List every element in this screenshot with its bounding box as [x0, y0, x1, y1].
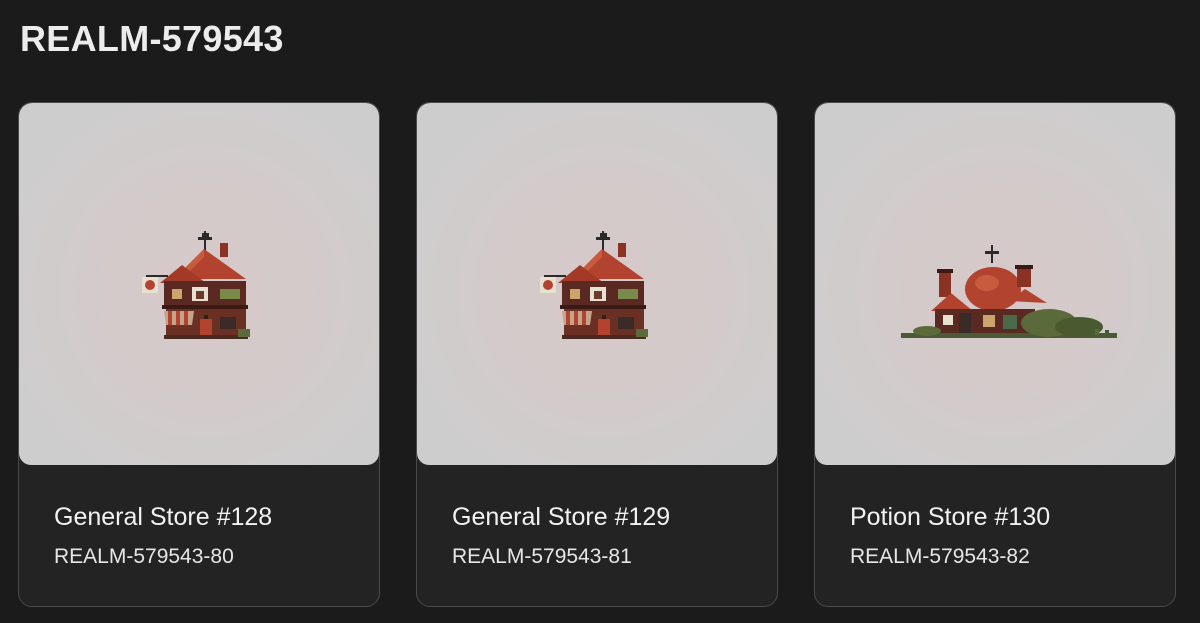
- general-store-image: [540, 231, 648, 339]
- card-id: REALM-579543-80: [54, 545, 234, 568]
- item-thumbnail[interactable]: [19, 103, 379, 465]
- card-id: REALM-579543-81: [452, 545, 632, 568]
- page-title: REALM-579543: [20, 18, 284, 59]
- item-card[interactable]: General Store #128 REALM-579543-80: [18, 102, 380, 607]
- general-store-image: [142, 231, 250, 339]
- item-thumbnail[interactable]: [417, 103, 777, 465]
- item-thumbnail[interactable]: [815, 103, 1175, 465]
- card-title: General Store #129: [452, 503, 671, 531]
- card-id: REALM-579543-82: [850, 545, 1030, 568]
- potion-store-image: [901, 245, 1117, 338]
- card-title: General Store #128: [54, 503, 273, 531]
- card-title: Potion Store #130: [850, 503, 1051, 531]
- item-card[interactable]: General Store #129 REALM-579543-81: [416, 102, 778, 607]
- item-card[interactable]: Potion Store #130 REALM-579543-82: [814, 102, 1176, 607]
